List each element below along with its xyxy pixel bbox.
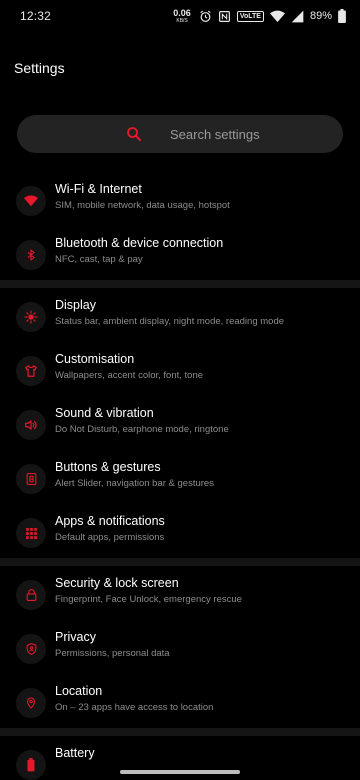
page-title: Settings [14,60,65,76]
brightness-icon [24,310,38,324]
gesture-nav-handle[interactable] [120,770,240,774]
settings-item-subtitle: Default apps, permissions [55,532,165,543]
settings-item-subtitle: Status bar, ambient display, night mode,… [55,316,285,327]
apps-grid-icon-badge [16,518,46,548]
privacy-shield-icon-badge [16,634,46,664]
location-pin-icon [27,697,35,709]
settings-item-title: Security & lock screen [55,576,179,590]
section-divider [0,558,360,566]
search-placeholder: Search settings [170,127,260,142]
settings-item-subtitle: On – 23 apps have access to location [55,702,214,713]
apps-grid-icon [25,527,37,539]
speaker-icon-badge [16,410,46,440]
section-divider [0,728,360,736]
settings-item-display[interactable]: Display Status bar, ambient display, nig… [0,292,360,346]
settings-item-buttons-gestures[interactable]: Buttons & gestures Alert Slider, navigat… [0,454,360,508]
tshirt-icon [25,365,37,377]
wifi-status-icon [269,10,285,22]
settings-item-subtitle: SIM, mobile network, data usage, hotspot [55,200,230,211]
speaker-icon [25,420,37,430]
settings-item-title: Bluetooth & device connection [55,236,224,250]
brightness-icon-badge [16,302,46,332]
settings-item-privacy[interactable]: Privacy Permissions, personal data [0,624,360,678]
bluetooth-icon [27,249,35,261]
settings-item-battery[interactable]: Battery [0,740,360,780]
settings-item-apps-notifications[interactable]: Apps & notifications Default apps, permi… [0,508,360,562]
settings-item-title: Apps & notifications [55,514,165,528]
battery-icon [27,758,35,772]
wifi-icon [24,195,38,207]
settings-item-title: Customisation [55,352,135,366]
section-divider [0,280,360,288]
settings-item-bluetooth[interactable]: Bluetooth & device connection NFC, cast,… [0,230,360,284]
settings-item-title: Location [55,684,103,698]
settings-item-security-lock-screen[interactable]: Security & lock screen Fingerprint, Face… [0,570,360,624]
battery-icon-badge [16,750,46,780]
network-speed: 0.06 KB/S [173,7,191,24]
nfc-icon [218,10,230,22]
settings-item-subtitle: NFC, cast, tap & pay [55,254,143,265]
status-bar: 12:32 0.06 KB/S VoLTE 89% [0,0,360,32]
settings-item-subtitle: Wallpapers, accent color, font, tone [55,370,204,381]
alarm-icon [200,10,211,22]
settings-item-title: Wi-Fi & Internet [55,182,142,196]
buttons-icon [26,473,36,485]
settings-screen: 12:32 0.06 KB/S VoLTE 89% Settings Searc… [0,0,360,780]
location-pin-icon-badge [16,688,46,718]
status-icons: 0.06 KB/S VoLTE 89% [173,6,346,26]
settings-item-subtitle: Fingerprint, Face Unlock, emergency resc… [55,594,242,605]
search-icon [127,127,141,141]
settings-item-subtitle: Permissions, personal data [55,648,170,659]
settings-item-location[interactable]: Location On – 23 apps have access to loc… [0,678,360,732]
buttons-icon-badge [16,464,46,494]
volte-badge: VoLTE [236,10,264,22]
status-time: 12:32 [20,9,52,23]
network-speed-value: 0.06 [173,7,191,18]
settings-item-title: Battery [55,746,95,760]
settings-item-title: Display [55,298,96,312]
signal-icon [291,10,304,22]
search-bar[interactable]: Search settings [17,115,343,153]
settings-item-title: Privacy [55,630,96,644]
settings-item-customisation[interactable]: Customisation Wallpapers, accent color, … [0,346,360,400]
settings-item-sound-vibration[interactable]: Sound & vibration Do Not Disturb, earpho… [0,400,360,454]
tshirt-icon-badge [16,356,46,386]
settings-item-subtitle: Do Not Disturb, earphone mode, ringtone [55,424,229,435]
settings-item-title: Buttons & gestures [55,460,161,474]
wifi-icon-badge [16,186,46,216]
lock-icon-badge [16,580,46,610]
lock-icon [26,589,36,601]
network-speed-unit: KB/S [176,17,188,24]
privacy-shield-icon [26,643,36,655]
bluetooth-icon-badge [16,240,46,270]
settings-item-wifi-internet[interactable]: Wi-Fi & Internet SIM, mobile network, da… [0,176,360,230]
settings-item-subtitle: Alert Slider, navigation bar & gestures [55,478,214,489]
battery-percent: 89% [309,10,332,22]
settings-item-title: Sound & vibration [55,406,154,420]
battery-icon [338,9,346,23]
